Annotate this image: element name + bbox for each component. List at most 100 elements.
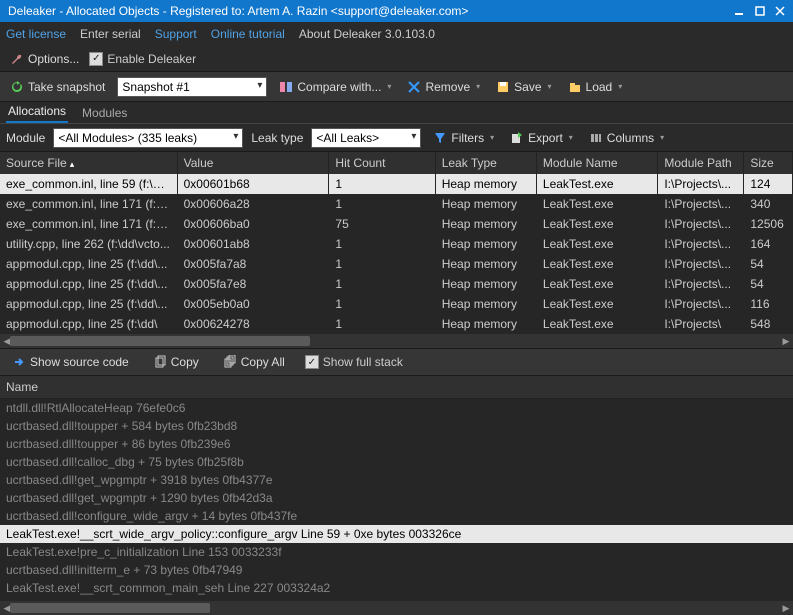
cell-hit: 1 <box>329 174 435 194</box>
copy-button[interactable]: Copy <box>149 353 203 371</box>
module-value: <All Modules> (335 leaks) <box>58 131 197 145</box>
col-source[interactable]: Source File▴ <box>0 152 177 174</box>
cell-path: I:\Projects\... <box>658 214 744 234</box>
menu-enter-serial[interactable]: Enter serial <box>80 27 141 41</box>
col-hit[interactable]: Hit Count <box>329 152 435 174</box>
cell-size: 340 <box>744 194 793 214</box>
minimize-button[interactable] <box>731 3 749 19</box>
cell-leak: Heap memory <box>435 174 536 194</box>
show-source-button[interactable]: Show source code <box>8 353 133 371</box>
table-row[interactable]: appmodul.cpp, line 25 (f:\dd\0x006242781… <box>0 314 793 334</box>
cell-hit: 1 <box>329 254 435 274</box>
scroll-right-icon[interactable]: ▶ <box>779 334 793 348</box>
scroll-thumb[interactable] <box>10 603 210 613</box>
scroll-right-icon[interactable]: ▶ <box>779 601 793 615</box>
cell-mod: LeakTest.exe <box>536 174 657 194</box>
stack-item[interactable]: LeakTest.exe!pre_c_initialization Line 1… <box>0 543 793 561</box>
table-row[interactable]: utility.cpp, line 262 (f:\dd\vcto...0x00… <box>0 234 793 254</box>
stack-item[interactable]: ucrtbased.dll!get_wpgmptr + 1290 bytes 0… <box>0 489 793 507</box>
enable-deleaker-toggle[interactable]: ✓ Enable Deleaker <box>89 52 196 66</box>
table-row[interactable]: appmodul.cpp, line 25 (f:\dd\...0x005fa7… <box>0 254 793 274</box>
copy-all-button[interactable]: Copy All <box>219 353 289 371</box>
compare-label: Compare with... <box>297 80 381 94</box>
show-full-stack-toggle[interactable]: ✓ Show full stack <box>305 355 403 369</box>
stack-item[interactable]: LeakTest.exe!__scrt_wide_argv_policy::co… <box>0 525 793 543</box>
stack-item[interactable]: ntdll.dll!RtlAllocateHeap 76efe0c6 <box>0 399 793 417</box>
stack-h-scrollbar[interactable]: ◀ ▶ <box>0 601 793 615</box>
leak-type-select[interactable]: <All Leaks> <box>311 128 421 148</box>
stack-item[interactable]: ucrtbased.dll!toupper + 584 bytes 0fb23b… <box>0 417 793 435</box>
enable-label: Enable Deleaker <box>107 52 196 66</box>
cell-src: appmodul.cpp, line 25 (f:\dd\ <box>0 314 177 334</box>
options-label: Options... <box>28 52 79 66</box>
options-button[interactable]: Options... <box>6 50 83 68</box>
menubar: Get license Enter serial Support Online … <box>0 22 793 46</box>
cell-path: I:\Projects\... <box>658 254 744 274</box>
cell-leak: Heap memory <box>435 274 536 294</box>
stack-item[interactable]: ucrtbased.dll!toupper + 86 bytes 0fb239e… <box>0 435 793 453</box>
col-value[interactable]: Value <box>177 152 329 174</box>
table-row[interactable]: exe_common.inl, line 59 (f:\dd\...0x0060… <box>0 174 793 194</box>
stack-item[interactable]: ucrtbased.dll!calloc_dbg + 75 bytes 0fb2… <box>0 453 793 471</box>
export-button[interactable]: Export ▾ <box>506 129 577 147</box>
cell-val: 0x00601ab8 <box>177 234 329 254</box>
tab-allocations[interactable]: Allocations <box>6 101 68 123</box>
compare-icon <box>279 80 293 94</box>
cell-val: 0x005fa7a8 <box>177 254 329 274</box>
col-module[interactable]: Module Name <box>536 152 657 174</box>
table-row[interactable]: appmodul.cpp, line 25 (f:\dd\...0x005eb0… <box>0 294 793 314</box>
leak-type-label: Leak type <box>251 131 303 145</box>
col-leak[interactable]: Leak Type <box>435 152 536 174</box>
copy-all-label: Copy All <box>241 355 285 369</box>
cell-mod: LeakTest.exe <box>536 254 657 274</box>
load-button[interactable]: Load ▾ <box>564 78 627 96</box>
cell-val: 0x00606ba0 <box>177 214 329 234</box>
compare-button[interactable]: Compare with... ▾ <box>275 78 395 96</box>
copy-all-icon <box>223 355 237 369</box>
cell-size: 116 <box>744 294 793 314</box>
close-button[interactable] <box>771 3 789 19</box>
menu-about[interactable]: About Deleaker 3.0.103.0 <box>299 27 435 41</box>
take-snapshot-label: Take snapshot <box>28 80 105 94</box>
export-icon <box>510 131 524 145</box>
cell-src: exe_common.inl, line 171 (f:\d... <box>0 194 177 214</box>
checkbox-icon: ✓ <box>305 355 319 369</box>
show-full-stack-label: Show full stack <box>323 355 403 369</box>
stack-item[interactable]: ucrtbased.dll!initterm_e + 73 bytes 0fb4… <box>0 561 793 579</box>
table-row[interactable]: appmodul.cpp, line 25 (f:\dd\...0x005fa7… <box>0 274 793 294</box>
take-snapshot-button[interactable]: Take snapshot <box>6 78 109 96</box>
stack-item[interactable]: ucrtbased.dll!configure_wide_argv + 14 b… <box>0 507 793 525</box>
table-row[interactable]: exe_common.inl, line 171 (f:\d...0x00606… <box>0 214 793 234</box>
cell-path: I:\Projects\... <box>658 234 744 254</box>
columns-button[interactable]: Columns ▾ <box>585 129 668 147</box>
cell-path: I:\Projects\... <box>658 274 744 294</box>
save-button[interactable]: Save ▾ <box>492 78 555 96</box>
filters-button[interactable]: Filters ▾ <box>429 129 498 147</box>
col-path[interactable]: Module Path <box>658 152 744 174</box>
cell-hit: 1 <box>329 294 435 314</box>
cell-src: exe_common.inl, line 171 (f:\d... <box>0 214 177 234</box>
main-tabs: Allocations Modules <box>0 102 793 124</box>
remove-button[interactable]: Remove ▾ <box>403 78 484 96</box>
scroll-thumb[interactable] <box>10 336 310 346</box>
stack-item[interactable]: LeakTest.exe!__scrt_common_main_seh Line… <box>0 579 793 597</box>
tab-modules[interactable]: Modules <box>80 103 129 123</box>
maximize-button[interactable] <box>751 3 769 19</box>
refresh-icon <box>10 80 24 94</box>
col-size[interactable]: Size <box>744 152 793 174</box>
menu-online-tutorial[interactable]: Online tutorial <box>211 27 285 41</box>
table-h-scrollbar[interactable]: ◀ ▶ <box>0 334 793 348</box>
menu-support[interactable]: Support <box>155 27 197 41</box>
snapshot-select[interactable]: Snapshot #1 <box>117 77 267 97</box>
cell-leak: Heap memory <box>435 194 536 214</box>
cell-hit: 1 <box>329 234 435 254</box>
cell-path: I:\Projects\... <box>658 294 744 314</box>
cell-leak: Heap memory <box>435 294 536 314</box>
cell-val: 0x00624278 <box>177 314 329 334</box>
remove-icon <box>407 80 421 94</box>
module-select[interactable]: <All Modules> (335 leaks) <box>53 128 243 148</box>
menu-get-license[interactable]: Get license <box>6 27 66 41</box>
table-row[interactable]: exe_common.inl, line 171 (f:\d...0x00606… <box>0 194 793 214</box>
stack-item[interactable]: ucrtbased.dll!get_wpgmptr + 3918 bytes 0… <box>0 471 793 489</box>
cell-size: 548 <box>744 314 793 334</box>
